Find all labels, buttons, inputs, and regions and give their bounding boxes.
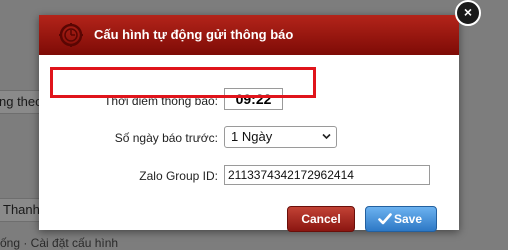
highlight-box (50, 67, 316, 98)
zalo-group-label: Zalo Group ID: (139, 169, 218, 183)
zalo-group-id-input[interactable]: 2113374342172962414 (224, 165, 430, 185)
close-icon: × (463, 4, 473, 20)
background-text: ống · Cài đặt cấu hình (0, 236, 119, 250)
background-text: Thanh (3, 202, 40, 217)
dialog-title: Cấu hình tự động gửi thông báo (94, 27, 294, 42)
chevron-down-icon (322, 133, 331, 140)
gear-clock-icon (59, 23, 83, 47)
background-text: ng theo (0, 94, 43, 109)
check-icon (378, 213, 392, 225)
days-before-value: 1 Ngày (231, 129, 273, 144)
dialog-titlebar: Cấu hình tự động gửi thông báo (39, 15, 459, 55)
close-button[interactable]: × (455, 0, 481, 26)
days-before-label: Số ngày báo trước: (114, 131, 218, 145)
cancel-button[interactable]: Cancel (287, 206, 355, 232)
notification-config-dialog: Cấu hình tự động gửi thông báo Thời điểm… (39, 15, 459, 232)
days-before-select[interactable]: 1 Ngày (224, 126, 337, 148)
save-button[interactable]: Save (365, 206, 437, 232)
save-label: Save (393, 212, 423, 226)
